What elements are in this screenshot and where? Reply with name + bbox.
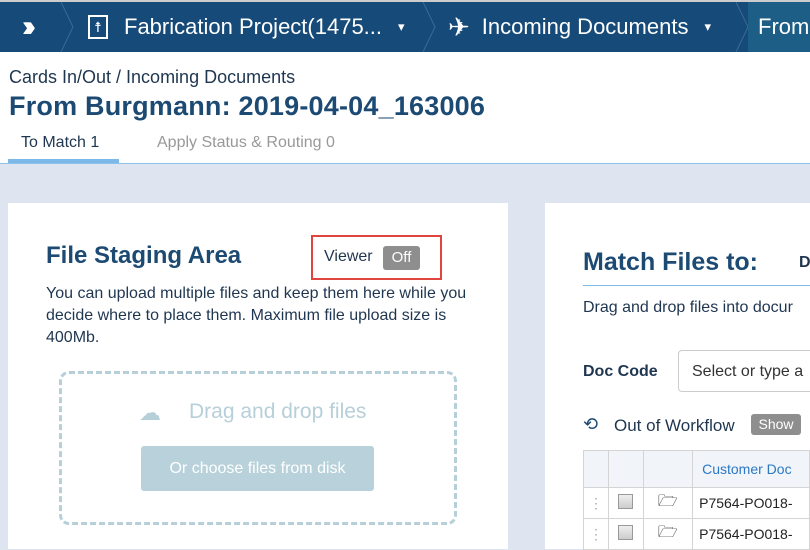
folder-icon[interactable]: 🗁 xyxy=(642,487,694,519)
table-row: ⋮ 🗁 P7564-PO018- xyxy=(582,487,810,519)
show-out-of-workflow-button[interactable]: Show xyxy=(751,414,801,435)
col-select xyxy=(608,450,644,488)
incoming-documents-icon: ✈ xyxy=(448,11,470,42)
col-folder xyxy=(642,450,694,488)
viewer-toggle[interactable]: Off xyxy=(383,246,420,270)
table-header: Customer Doc xyxy=(582,450,810,488)
separator-icon xyxy=(60,2,74,52)
nav-current-label: From xyxy=(758,14,810,39)
row-checkbox[interactable] xyxy=(618,525,634,540)
out-of-workflow-label: Out of Workflow xyxy=(614,416,735,435)
drag-handle-icon[interactable]: ⋮ xyxy=(582,518,610,550)
nav-project-label: Fabrication Project(1475... xyxy=(124,14,383,39)
folder-icon[interactable]: 🗁 xyxy=(642,518,694,550)
nav-incoming-label: Incoming Documents xyxy=(481,14,689,39)
match-title: Match Files to: xyxy=(583,248,759,276)
documents-table: Customer Doc ⋮ 🗁 P7564-PO018- ⋮ 🗁 P7564-… xyxy=(582,450,810,550)
breadcrumb[interactable]: Cards In/Out / Incoming Documents xyxy=(9,67,295,88)
menu-chevrons-icon[interactable]: ››› xyxy=(22,2,36,52)
divider xyxy=(583,285,810,286)
col-customer-doc[interactable]: Customer Doc xyxy=(692,450,810,488)
separator-icon xyxy=(422,2,436,52)
nav-incoming-documents[interactable]: ✈ Incoming Documents ▾ xyxy=(448,2,711,52)
match-hint: Drag and drop files into docur xyxy=(583,299,793,316)
doc-code-select[interactable]: Select or type a xyxy=(678,350,810,392)
col-drag xyxy=(582,450,610,488)
project-icon: ☨ xyxy=(88,15,108,39)
drop-text: Drag and drop files xyxy=(189,400,367,423)
out-of-workflow-icon: ⟲ xyxy=(583,414,599,434)
chevron-down-icon: ▾ xyxy=(704,19,711,34)
chevron-down-icon: ▾ xyxy=(398,19,405,34)
tab-apply-status[interactable]: Apply Status & Routing 0 xyxy=(157,134,335,152)
nav-current[interactable]: From xyxy=(748,2,810,52)
viewer-label: Viewer xyxy=(324,248,373,265)
page-title: From Burgmann: 2019-04-04_163006 xyxy=(9,91,486,121)
page-header: Cards In/Out / Incoming Documents From B… xyxy=(0,52,810,164)
top-nav-bar: ››› ☨ Fabrication Project(1475... ▾ ✈ In… xyxy=(0,0,810,52)
separator-icon xyxy=(735,2,749,52)
table-row: ⋮ 🗁 P7564-PO018- xyxy=(582,518,810,550)
customer-doc-cell: P7564-PO018- xyxy=(692,487,810,519)
nav-project[interactable]: ☨ Fabrication Project(1475... ▾ xyxy=(88,2,405,52)
staging-description: You can upload multiple files and keep t… xyxy=(46,285,467,346)
cloud-upload-icon: ☁ xyxy=(139,400,161,425)
doc-code-label: Doc Code xyxy=(583,363,658,380)
active-tab-indicator xyxy=(8,159,119,163)
row-checkbox[interactable] xyxy=(618,494,634,509)
tab-to-match[interactable]: To Match 1 xyxy=(21,134,99,152)
match-title-extra: D xyxy=(799,254,810,271)
staging-title: File Staging Area xyxy=(46,242,242,269)
drag-handle-icon[interactable]: ⋮ xyxy=(582,487,610,519)
choose-files-button[interactable]: Or choose files from disk xyxy=(141,446,374,491)
customer-doc-cell: P7564-PO018- xyxy=(692,518,810,550)
